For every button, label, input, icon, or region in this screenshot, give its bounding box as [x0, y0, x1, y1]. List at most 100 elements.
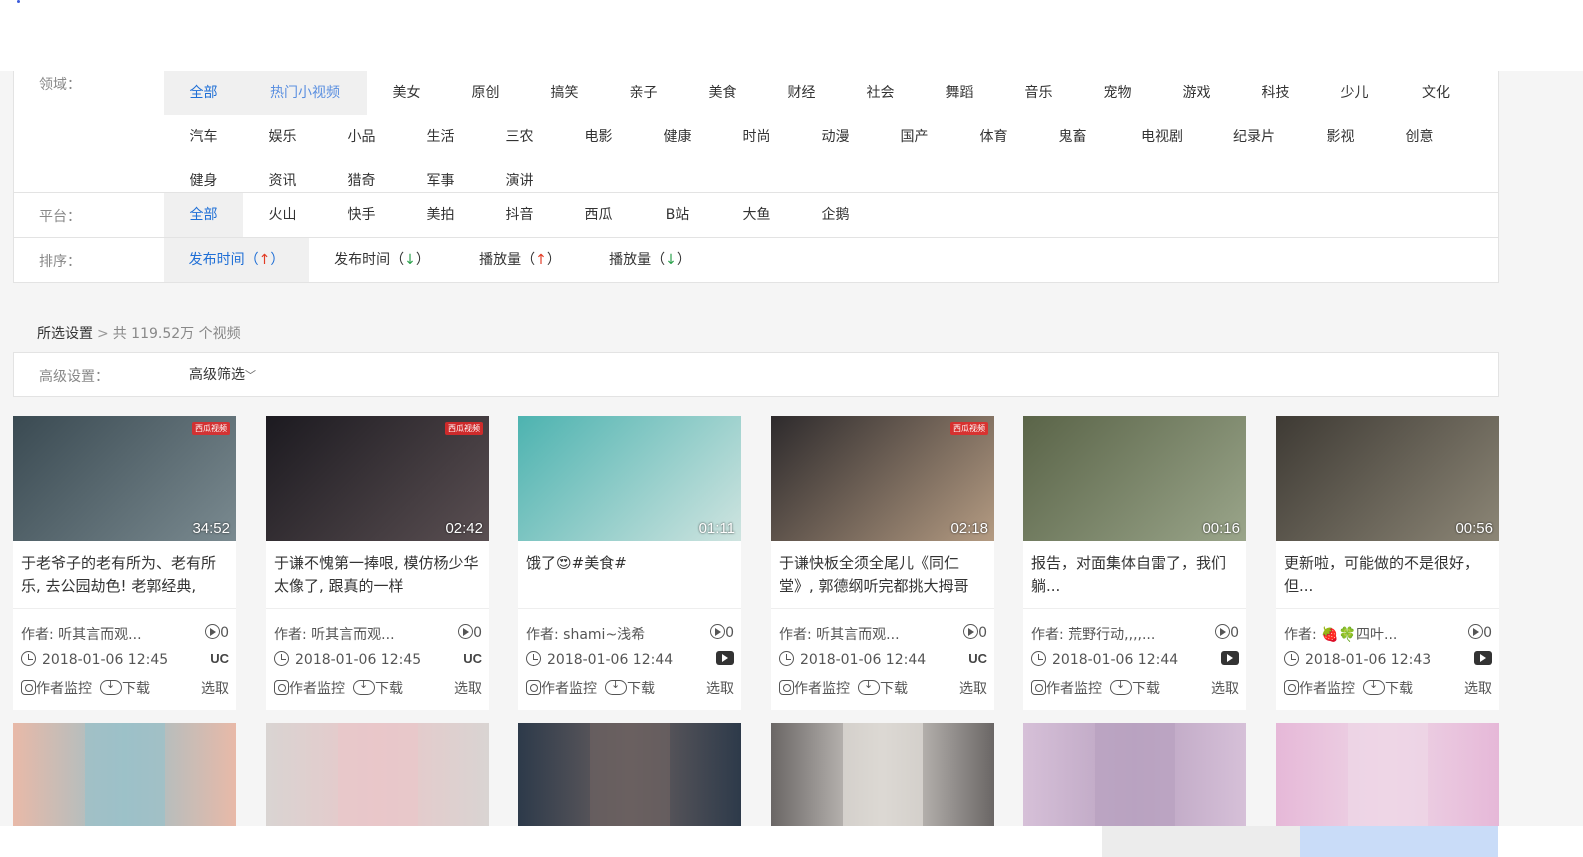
video-thumbnail[interactable]: 00:16 [1023, 416, 1246, 541]
download-button[interactable]: 下载 [1110, 678, 1160, 697]
domain-filter-item[interactable]: 体育 [954, 115, 1033, 159]
author-name[interactable]: 作者: 听其言而观... [779, 624, 900, 644]
video-card[interactable] [771, 723, 994, 826]
author-name[interactable]: 作者: 听其言而观... [274, 624, 395, 644]
domain-filter-item[interactable]: 科技 [1236, 71, 1315, 115]
video-card[interactable]: 00:56 更新啦，可能做的不是很好，但... 作者: 🍓🍀四叶... 0 2018-0… [1276, 416, 1499, 710]
domain-filter-item[interactable]: 热门小视频 [243, 71, 367, 115]
download-button[interactable]: 下载 [353, 678, 403, 697]
domain-filter-item[interactable]: 亲子 [604, 71, 683, 115]
video-title[interactable]: 报告，对面集体自雷了，我们躺... [1031, 552, 1239, 600]
video-card[interactable]: 西瓜视频 34:52 于老爷子的老有所为、老有所乐, 去公园劫色! 老郭经典, 作者:… [13, 416, 236, 710]
platform-filter-item[interactable]: 企鹅 [796, 193, 875, 237]
domain-filter-item[interactable]: 鬼畜 [1033, 115, 1112, 159]
select-button[interactable]: 选取 [201, 678, 229, 698]
platform-filter-item[interactable]: 全部 [164, 193, 243, 237]
domain-filter-item[interactable]: 美女 [367, 71, 446, 115]
download-button[interactable]: 下载 [858, 678, 908, 697]
domain-filter-item[interactable]: 动漫 [796, 115, 875, 159]
video-thumbnail[interactable]: 00:56 [1276, 416, 1499, 541]
download-button[interactable]: 下载 [605, 678, 655, 697]
author-monitor-button[interactable]: 作者监控 [1031, 680, 1102, 697]
author-name[interactable]: 作者: 🍓🍀四叶... [1284, 624, 1397, 644]
selected-settings-link[interactable]: 所选设置 [37, 326, 93, 342]
domain-filter-item[interactable]: 小品 [322, 115, 401, 159]
platform-filter-item[interactable]: 美拍 [401, 193, 480, 237]
horizontal-scrollbar[interactable] [0, 826, 1583, 857]
domain-filter-item[interactable]: 娱乐 [243, 115, 322, 159]
domain-filter-item[interactable]: 影视 [1301, 115, 1380, 159]
select-button[interactable]: 选取 [706, 678, 734, 698]
domain-filter-item[interactable]: 美食 [683, 71, 762, 115]
platform-filter-item[interactable]: 火山 [243, 193, 322, 237]
sort-option[interactable]: 播放量（↓） [585, 238, 715, 282]
domain-filter-item[interactable]: 创意 [1380, 115, 1459, 159]
video-card[interactable]: 00:16 报告，对面集体自雷了，我们躺... 作者: 荒野行动,,,,... 0 20… [1023, 416, 1246, 710]
video-title[interactable]: 于谦不愧第一捧哏, 模仿杨少华太像了, 跟真的一样 [274, 552, 482, 600]
domain-filter-item[interactable]: 健康 [638, 115, 717, 159]
domain-filter-item[interactable]: 宠物 [1078, 71, 1157, 115]
video-thumbnail[interactable] [13, 723, 236, 826]
domain-filter-item[interactable]: 搞笑 [525, 71, 604, 115]
platform-filter-item[interactable]: 西瓜 [559, 193, 638, 237]
download-button[interactable]: 下载 [1363, 678, 1413, 697]
domain-filter-item[interactable]: 音乐 [999, 71, 1078, 115]
video-thumbnail[interactable]: 西瓜视频 34:52 [13, 416, 236, 541]
video-card[interactable]: 西瓜视频 02:18 于谦快板全须全尾儿《同仁堂》, 郭德纲听完都挑大拇哥作者: 听… [771, 416, 994, 710]
sort-option[interactable]: 播放量（↑） [455, 238, 585, 282]
sort-option[interactable]: 发布时间（↓） [309, 238, 455, 282]
domain-filter-item[interactable]: 少儿 [1315, 71, 1394, 115]
domain-filter-item[interactable]: 纪录片 [1212, 115, 1296, 159]
video-card[interactable]: 西瓜视频 02:42 于谦不愧第一捧哏, 模仿杨少华太像了, 跟真的一样作者: 听其… [266, 416, 489, 710]
author-monitor-button[interactable]: 作者监控 [1284, 680, 1355, 697]
domain-filter-item[interactable]: 社会 [841, 71, 920, 115]
select-button[interactable]: 选取 [1464, 678, 1492, 698]
video-thumbnail[interactable] [1023, 723, 1246, 826]
domain-filter-item[interactable]: 游戏 [1157, 71, 1236, 115]
select-button[interactable]: 选取 [454, 678, 482, 698]
domain-filter-item[interactable]: 电视剧 [1112, 115, 1212, 159]
domain-filter-item[interactable]: 舞蹈 [920, 71, 999, 115]
domain-filter-item[interactable]: 汽车 [164, 115, 243, 159]
author-monitor-button[interactable]: 作者监控 [779, 680, 850, 697]
domain-filter-item[interactable]: 三农 [480, 115, 559, 159]
video-card[interactable]: 01:11 饿了😍#美食# 作者: shami~浅希 0 2018-01-06 12:4… [518, 416, 741, 710]
author-monitor-button[interactable]: 作者监控 [526, 680, 597, 697]
video-thumbnail[interactable]: 西瓜视频 02:18 [771, 416, 994, 541]
domain-filter-item[interactable]: 全部 [164, 71, 243, 115]
video-title[interactable]: 于老爷子的老有所为、老有所乐, 去公园劫色! 老郭经典, [21, 552, 229, 600]
domain-filter-item[interactable]: 生活 [401, 115, 480, 159]
domain-filter-item[interactable]: 电影 [559, 115, 638, 159]
author-monitor-button[interactable]: 作者监控 [21, 680, 92, 697]
select-button[interactable]: 选取 [1211, 678, 1239, 698]
video-card[interactable] [1023, 723, 1246, 826]
download-button[interactable]: 下载 [100, 678, 150, 697]
video-title[interactable]: 更新啦，可能做的不是很好，但... [1284, 552, 1492, 600]
video-card[interactable] [266, 723, 489, 826]
domain-filter-item[interactable]: 时尚 [717, 115, 796, 159]
video-thumbnail[interactable] [1276, 723, 1499, 826]
platform-filter-item[interactable]: 快手 [322, 193, 401, 237]
sort-option[interactable]: 发布时间（↑） [164, 238, 309, 282]
domain-filter-item[interactable]: 国产 [875, 115, 954, 159]
video-thumbnail[interactable] [771, 723, 994, 826]
video-card[interactable] [1276, 723, 1499, 826]
advanced-filter-button[interactable]: 高级筛选﹀ [189, 364, 256, 384]
domain-filter-item[interactable]: 财经 [762, 71, 841, 115]
platform-filter-item[interactable]: 大鱼 [717, 193, 796, 237]
video-card[interactable] [518, 723, 741, 826]
video-thumbnail[interactable]: 西瓜视频 02:42 [266, 416, 489, 541]
author-monitor-button[interactable]: 作者监控 [274, 680, 345, 697]
scrollbar-thumb[interactable] [1300, 826, 1498, 857]
platform-filter-item[interactable]: 抖音 [480, 193, 559, 237]
author-name[interactable]: 作者: shami~浅希 [526, 624, 645, 644]
video-title[interactable]: 饿了😍#美食# [526, 552, 734, 600]
video-card[interactable] [13, 723, 236, 826]
platform-filter-item[interactable]: B站 [638, 193, 717, 237]
select-button[interactable]: 选取 [959, 678, 987, 698]
domain-filter-item[interactable]: 原创 [446, 71, 525, 115]
video-thumbnail[interactable] [518, 723, 741, 826]
author-name[interactable]: 作者: 荒野行动,,,,... [1031, 624, 1155, 644]
video-title[interactable]: 于谦快板全须全尾儿《同仁堂》, 郭德纲听完都挑大拇哥 [779, 552, 987, 600]
domain-filter-item[interactable]: 文化 [1394, 71, 1478, 115]
